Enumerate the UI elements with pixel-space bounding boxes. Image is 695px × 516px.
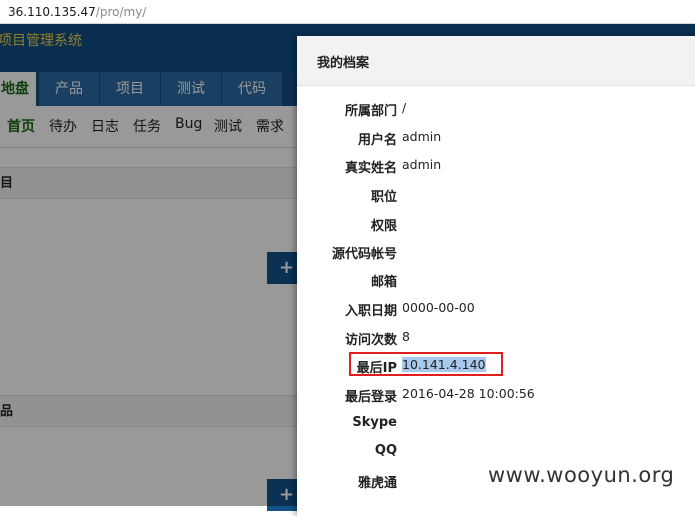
- field-label: 所属部门: [344, 104, 397, 119]
- field-skype: Skype: [297, 410, 695, 438]
- field-label: 源代码帐号: [331, 247, 397, 262]
- field-email: 邮箱: [297, 266, 695, 294]
- address-bar[interactable]: 36.110.135.47/pro/my/: [0, 0, 695, 24]
- field-value: 0000-00-00: [402, 300, 475, 315]
- field-label: 访问次数: [344, 333, 397, 348]
- profile-modal: 我的档案 所属部门 / 用户名 admin 真实姓名 admin 职位 权限 源…: [297, 36, 695, 516]
- field-label: 职位: [370, 190, 397, 205]
- field-label: 入职日期: [344, 304, 397, 319]
- field-label: 邮箱: [370, 275, 397, 290]
- watermark: www.wooyun.org: [488, 463, 675, 487]
- field-label: 真实姓名: [344, 161, 397, 176]
- field-label: Skype: [352, 415, 397, 430]
- field-label: 雅虎通: [357, 476, 397, 491]
- field-value: 2016-04-28 10:00:56: [402, 386, 535, 401]
- field-value: admin: [402, 129, 442, 144]
- field-privilege: 权限: [297, 210, 695, 238]
- field-role: 职位: [297, 181, 695, 209]
- field-value: 8: [402, 329, 410, 344]
- field-username: 用户名 admin: [297, 124, 695, 152]
- field-qq: QQ: [297, 438, 695, 466]
- modal-header: 我的档案: [297, 36, 695, 86]
- modal-title: 我的档案: [317, 56, 370, 71]
- field-value: admin: [402, 157, 442, 172]
- field-visits: 访问次数 8: [297, 324, 695, 352]
- field-commiter: 源代码帐号: [297, 238, 695, 266]
- field-label: 用户名: [357, 133, 397, 148]
- field-label: QQ: [374, 443, 397, 458]
- field-label: 最后登录: [344, 390, 397, 405]
- field-join-date: 入职日期 0000-00-00: [297, 295, 695, 323]
- url-path: /pro/my/: [95, 5, 147, 19]
- field-label: 权限: [370, 219, 397, 234]
- field-value: /: [402, 100, 407, 115]
- field-realname: 真实姓名 admin: [297, 152, 695, 180]
- field-department: 所属部门 /: [297, 95, 695, 123]
- field-last-login: 最后登录 2016-04-28 10:00:56: [297, 381, 695, 409]
- highlight-box: [349, 352, 503, 376]
